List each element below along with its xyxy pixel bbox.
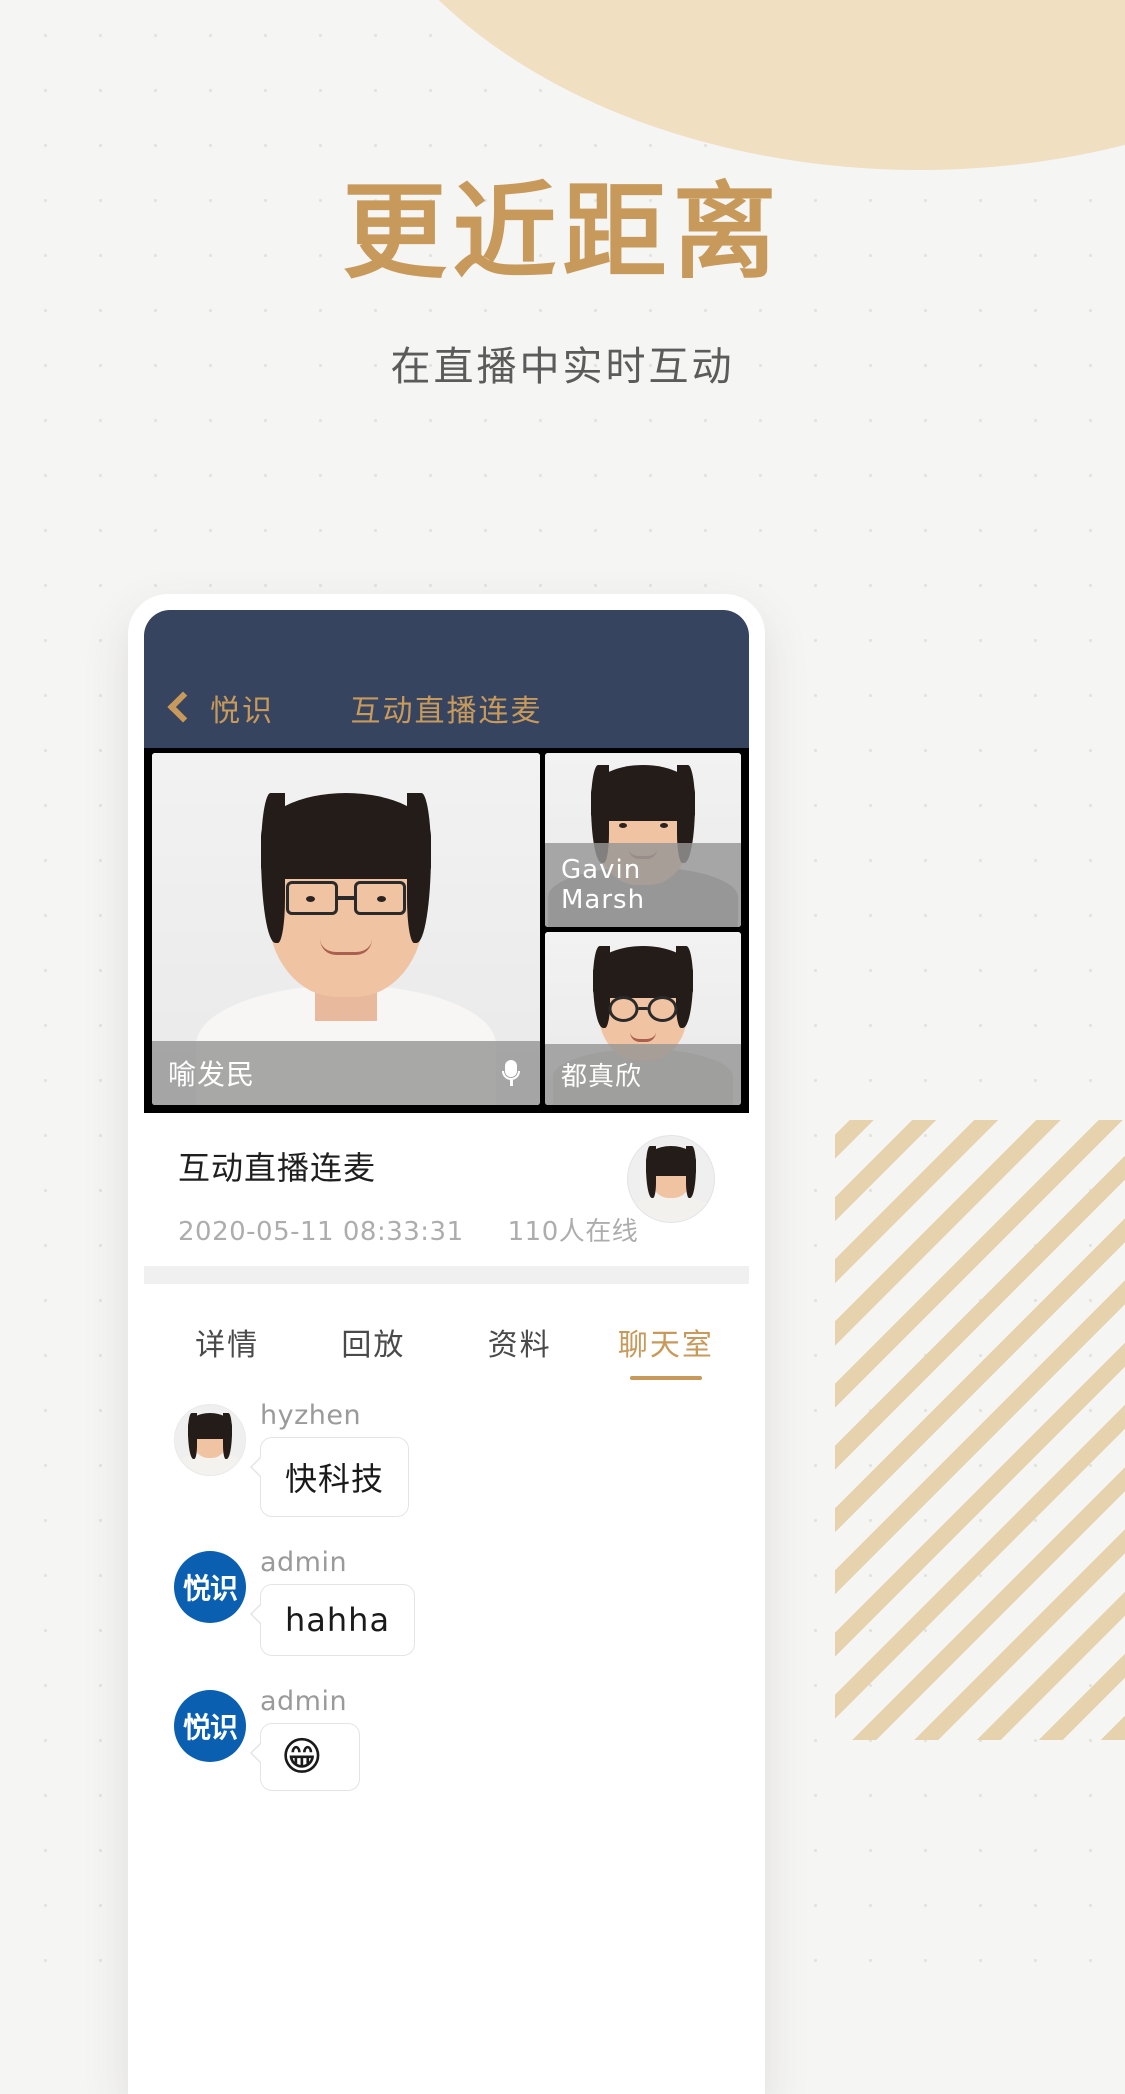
- session-datetime: 2020-05-11 08:33:31: [178, 1217, 464, 1247]
- page-headline: 更近距离: [342, 171, 783, 293]
- chat-avatar-photo[interactable]: [174, 1404, 246, 1476]
- decorative-stripes: [835, 1120, 1125, 1740]
- phone-mockup: 悦识 互动直播连麦 喻发民 Gavin Marsh 都真欣 互动直播连麦 202…: [128, 594, 765, 2094]
- video-tile-label-main: 喻发民: [152, 1041, 540, 1105]
- chevron-left-icon: [167, 691, 199, 723]
- tab-details-label: 详情: [195, 1328, 260, 1363]
- tab-materials[interactable]: 资料: [447, 1284, 593, 1386]
- tab-materials-label: 资料: [487, 1328, 552, 1363]
- chat-username: admin: [260, 1686, 348, 1717]
- host-avatar[interactable]: [627, 1135, 715, 1223]
- chat-username: hyzhen: [260, 1400, 362, 1431]
- video-tile-side-2[interactable]: 都真欣: [545, 931, 741, 1105]
- chat-bubble-emoji: 😁: [250, 1723, 360, 1791]
- phone-screen: 悦识 互动直播连麦 喻发民 Gavin Marsh 都真欣 互动直播连麦 202…: [144, 610, 749, 2094]
- microphone-icon[interactable]: [502, 1060, 520, 1086]
- tab-chatroom[interactable]: 聊天室: [593, 1284, 739, 1386]
- chat-username: admin: [260, 1547, 348, 1578]
- chat-message: hyzhen 快科技: [174, 1400, 719, 1517]
- video-side-column: Gavin Marsh 都真欣: [545, 753, 741, 1105]
- video-tile-main[interactable]: 喻发民: [152, 753, 540, 1105]
- nav-back-label: 悦识: [210, 694, 274, 729]
- brand-logo-text: 悦识: [182, 1711, 238, 1744]
- content-tabs: 详情 回放 资料 聊天室: [144, 1284, 749, 1386]
- page-subheadline: 在直播中实时互动: [390, 344, 735, 391]
- session-info: 互动直播连麦 2020-05-11 08:33:31 110人在线: [144, 1113, 749, 1266]
- video-tile-side-1[interactable]: Gavin Marsh: [545, 753, 741, 927]
- video-tile-label-side-1: Gavin Marsh: [545, 842, 741, 927]
- chat-bubble: hahha: [249, 1584, 416, 1656]
- hero-text-block: 更近距离 在直播中实时互动: [0, 176, 1125, 392]
- video-grid: 喻发民 Gavin Marsh 都真欣: [144, 748, 749, 1113]
- chat-message: 悦识 admin hahha: [174, 1547, 719, 1656]
- chat-avatar-brand[interactable]: 悦识: [174, 1690, 246, 1762]
- video-tile-label-side-2: 都真欣: [545, 1044, 741, 1105]
- session-viewers: 110人在线: [507, 1217, 639, 1247]
- brand-logo-text: 悦识: [182, 1572, 238, 1605]
- chat-bubble: 快科技: [249, 1437, 410, 1517]
- participant-name-side-2: 都真欣: [561, 1062, 643, 1092]
- section-divider: [144, 1266, 749, 1284]
- participant-name-main: 喻发民: [168, 1058, 256, 1091]
- participant-name-side-1: Gavin Marsh: [561, 854, 646, 915]
- chat-avatar-brand[interactable]: 悦识: [174, 1551, 246, 1623]
- chat-message: 悦识 admin 😁: [174, 1686, 719, 1791]
- tab-chatroom-label: 聊天室: [617, 1328, 714, 1363]
- chat-list[interactable]: hyzhen 快科技 悦识 admin hahha 悦识 admin 😁: [144, 1386, 749, 2094]
- back-button[interactable]: 悦识: [167, 686, 274, 730]
- tab-details[interactable]: 详情: [154, 1284, 300, 1386]
- app-navbar: 悦识 互动直播连麦: [144, 610, 749, 748]
- tab-replay[interactable]: 回放: [300, 1284, 446, 1386]
- tab-replay-label: 回放: [341, 1328, 406, 1363]
